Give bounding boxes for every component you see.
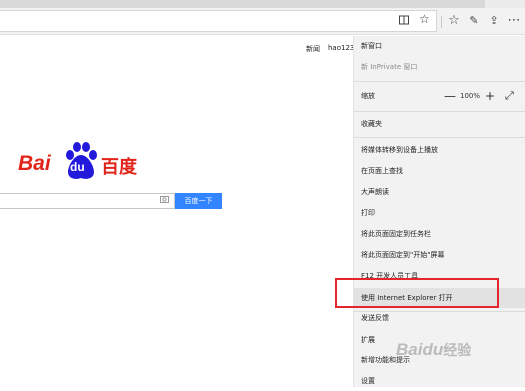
settings-menu: 新窗口 新 InPrivate 窗口 缩放 — 100% + ⤢ 收藏夹 将媒体… — [353, 36, 525, 387]
zoom-in-button[interactable]: + — [485, 86, 495, 106]
watermark-cn: 经验 — [443, 343, 472, 359]
menu-print[interactable]: 打印 — [354, 203, 525, 223]
browser-toolbar: ☆ ☆ ✎ ⇪ ⋯ — [0, 8, 525, 35]
tab-strip-gap — [485, 0, 525, 8]
zoom-level: 100% — [460, 92, 481, 100]
zoom-label: 缩放 — [361, 92, 375, 100]
menu-zoom-row: 缩放 — 100% + ⤢ — [354, 86, 525, 106]
highlight-box — [335, 278, 499, 308]
share-icon[interactable]: ⇪ — [486, 14, 502, 27]
menu-cast-media[interactable]: 将媒体转移到设备上播放 — [354, 140, 525, 160]
menu-new-inprivate[interactable]: 新 InPrivate 窗口 — [354, 57, 525, 77]
more-icon[interactable]: ⋯ — [506, 13, 522, 28]
menu-divider — [354, 81, 525, 82]
hao123-link[interactable]: hao123 — [328, 44, 354, 52]
menu-pin-taskbar[interactable]: 将此页面固定到任务栏 — [354, 224, 525, 244]
menu-pin-start[interactable]: 将此页面固定到"开始"屏幕 — [354, 245, 525, 265]
web-note-icon[interactable]: ✎ — [466, 14, 482, 27]
zoom-out-button[interactable]: — — [444, 86, 456, 106]
favorites-hub-icon[interactable]: ☆ — [446, 13, 462, 28]
fullscreen-icon[interactable]: ⤢ — [505, 86, 514, 106]
reading-view-icon[interactable] — [399, 14, 409, 28]
menu-favorites[interactable]: 收藏夹 — [354, 114, 525, 134]
search-input[interactable] — [0, 193, 175, 209]
menu-new-window[interactable]: 新窗口 — [354, 36, 525, 56]
watermark-du: du — [422, 340, 444, 359]
web-page: 新闻 hao123 Bai du 百度 百度一下 — [0, 36, 354, 387]
star-icon[interactable]: ☆ — [419, 12, 430, 26]
address-bar[interactable]: ☆ — [0, 10, 437, 32]
watermark-bai: Bai — [396, 340, 423, 359]
menu-read-aloud[interactable]: 大声朗读 — [354, 182, 525, 202]
toolbar-divider — [441, 16, 442, 28]
news-link[interactable]: 新闻 — [306, 44, 320, 54]
menu-send-feedback[interactable]: 发送反馈 — [354, 308, 525, 328]
tab-strip — [0, 0, 525, 8]
menu-settings[interactable]: 设置 — [354, 371, 525, 391]
menu-divider — [354, 137, 525, 138]
baidu-jingyan-watermark: Baidu经验 — [396, 340, 471, 360]
logo-chinese-text: 百度 — [101, 157, 137, 178]
logo-bai-text: Bai — [18, 152, 51, 175]
camera-icon[interactable] — [160, 195, 169, 205]
menu-find-on-page[interactable]: 在页面上查找 — [354, 161, 525, 181]
search-button[interactable]: 百度一下 — [175, 193, 222, 209]
logo-du-text: du — [70, 160, 85, 174]
menu-divider — [354, 111, 525, 112]
